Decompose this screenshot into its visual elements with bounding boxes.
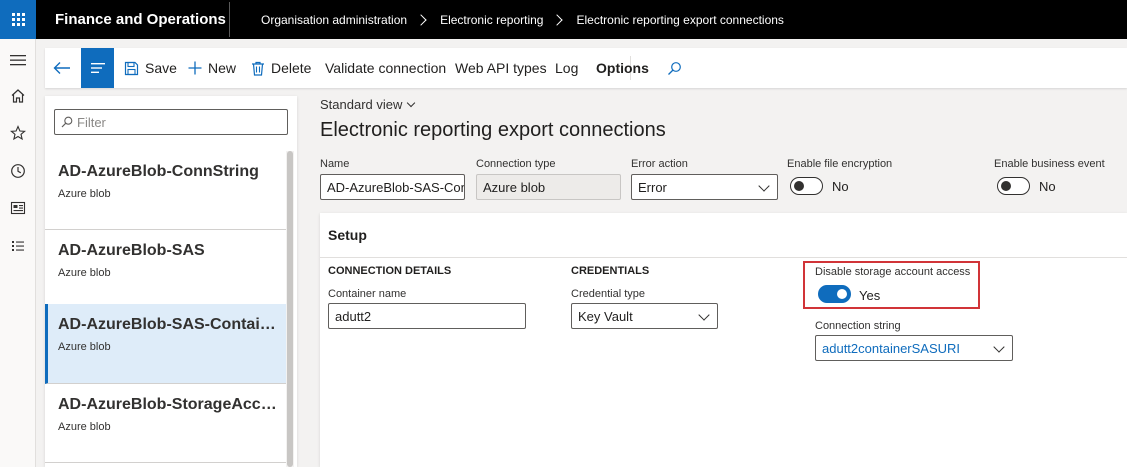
list-scrollbar[interactable] bbox=[286, 151, 294, 467]
hamburger-icon[interactable] bbox=[6, 48, 30, 72]
web-api-types-button[interactable]: Web API types bbox=[455, 48, 547, 88]
search-icon bbox=[61, 116, 73, 128]
list-icon[interactable] bbox=[6, 234, 30, 258]
delete-label: Delete bbox=[271, 60, 312, 76]
page-title: Electronic reporting export connections bbox=[320, 119, 666, 141]
navigation-rail bbox=[0, 39, 36, 467]
waffle-icon bbox=[11, 13, 25, 26]
connection-type-value: Azure blob bbox=[483, 179, 546, 195]
connection-string-label: Connection string bbox=[815, 320, 901, 332]
chevron-down-icon bbox=[758, 180, 770, 192]
list-view-button[interactable] bbox=[81, 48, 114, 88]
breadcrumb-item-electronic-reporting[interactable]: Electronic reporting bbox=[440, 13, 543, 27]
list-item-title: AD-AzureBlob-StorageAccount bbox=[58, 396, 283, 413]
record-list-panel: AD-AzureBlob-ConnString Azure blob AD-Az… bbox=[45, 96, 297, 467]
list-item-subtitle: Azure blob bbox=[58, 341, 111, 353]
app-title[interactable]: Finance and Operations bbox=[55, 11, 226, 28]
filter-input[interactable] bbox=[77, 114, 277, 130]
chevron-down-icon bbox=[993, 341, 1005, 353]
container-name-field[interactable]: adutt2 bbox=[328, 303, 526, 329]
list-item[interactable]: AD-AzureBlob-StorageAccount Azure blob bbox=[45, 384, 287, 463]
validate-connection-button[interactable]: Validate connection bbox=[325, 48, 446, 88]
list-item-selected[interactable]: AD-AzureBlob-SAS-Container Azure blob bbox=[45, 304, 287, 384]
chevron-right-icon bbox=[415, 14, 427, 26]
new-button[interactable]: New bbox=[188, 48, 236, 88]
list-item-subtitle: Azure blob bbox=[58, 188, 111, 200]
trash-icon bbox=[251, 61, 265, 76]
credential-type-value: Key Vault bbox=[578, 308, 633, 324]
search-button[interactable] bbox=[667, 48, 682, 88]
log-button[interactable]: Log bbox=[555, 48, 578, 88]
setup-section: Setup CONNECTION DETAILS Container name … bbox=[320, 213, 1127, 467]
business-event-label: Enable business event bbox=[994, 158, 1105, 170]
chevron-right-icon bbox=[551, 14, 564, 26]
credentials-heading: CREDENTIALS bbox=[571, 265, 650, 277]
connection-string-dropdown[interactable]: adutt2containerSASURI bbox=[815, 335, 1013, 361]
name-field[interactable]: AD-AzureBlob-SAS-Container bbox=[320, 174, 465, 200]
credential-type-dropdown[interactable]: Key Vault bbox=[571, 303, 718, 329]
scrollbar-thumb[interactable] bbox=[287, 151, 293, 467]
list-item-subtitle: Azure blob bbox=[58, 267, 111, 279]
view-selector-label: Standard view bbox=[320, 97, 403, 112]
container-name-value: adutt2 bbox=[335, 308, 372, 324]
name-value: AD-AzureBlob-SAS-Container bbox=[327, 179, 464, 195]
business-event-value: No bbox=[1039, 179, 1056, 194]
list-lines-icon bbox=[90, 63, 105, 73]
filter-field[interactable] bbox=[54, 109, 288, 135]
delete-button[interactable]: Delete bbox=[251, 48, 311, 88]
list-item-title: AD-AzureBlob-SAS bbox=[58, 242, 205, 259]
credential-type-label: Credential type bbox=[571, 288, 645, 300]
save-icon bbox=[124, 61, 139, 76]
back-button[interactable] bbox=[53, 48, 75, 88]
file-encryption-toggle[interactable] bbox=[790, 177, 823, 195]
highlight-annotation-box bbox=[803, 261, 980, 309]
connection-type-label: Connection type bbox=[476, 158, 556, 170]
list-item-title: AD-AzureBlob-ConnString bbox=[58, 163, 259, 180]
error-action-value: Error bbox=[638, 179, 667, 195]
error-action-label: Error action bbox=[631, 158, 688, 170]
clock-icon[interactable] bbox=[6, 159, 30, 183]
chevron-down-icon bbox=[407, 98, 416, 107]
container-name-label: Container name bbox=[328, 288, 407, 300]
file-encryption-label: Enable file encryption bbox=[787, 158, 893, 170]
save-label: Save bbox=[145, 60, 177, 76]
error-action-dropdown[interactable]: Error bbox=[631, 174, 778, 200]
star-icon[interactable] bbox=[6, 121, 30, 145]
list-item[interactable]: AD-AzureBlob-SAS Azure blob bbox=[45, 230, 287, 309]
save-button[interactable]: Save bbox=[124, 48, 177, 88]
options-tab[interactable]: Options bbox=[596, 48, 649, 88]
chevron-down-icon bbox=[698, 309, 710, 321]
plus-icon bbox=[188, 61, 202, 75]
breadcrumb: Organisation administration Electronic r… bbox=[261, 13, 784, 27]
list-item-subtitle: Azure blob bbox=[58, 421, 111, 433]
workspace-icon[interactable] bbox=[6, 196, 30, 220]
search-icon bbox=[668, 61, 681, 75]
view-selector[interactable]: Standard view bbox=[320, 97, 416, 112]
setup-header[interactable]: Setup bbox=[328, 227, 367, 243]
file-encryption-value: No bbox=[832, 179, 849, 194]
breadcrumb-item-org-admin[interactable]: Organisation administration bbox=[261, 13, 407, 27]
connection-type-field: Azure blob bbox=[476, 174, 621, 200]
top-navigation-bar: Finance and Operations Organisation admi… bbox=[0, 0, 1127, 39]
business-event-toggle[interactable] bbox=[997, 177, 1030, 195]
topbar-divider bbox=[229, 2, 230, 37]
app-launcher-button[interactable] bbox=[0, 0, 36, 39]
home-icon[interactable] bbox=[6, 84, 30, 108]
list-item[interactable]: AD-AzureBlob-ConnString Azure blob bbox=[45, 151, 287, 230]
name-label: Name bbox=[320, 158, 350, 170]
connection-details-heading: CONNECTION DETAILS bbox=[328, 265, 452, 277]
list-item-title: AD-AzureBlob-SAS-Container bbox=[58, 316, 283, 333]
action-pane: Save New Delete Validate connection Web … bbox=[45, 48, 1127, 88]
breadcrumb-item-current-page: Electronic reporting export connections bbox=[576, 13, 784, 27]
setup-divider bbox=[320, 257, 1127, 258]
new-label: New bbox=[208, 60, 237, 76]
connection-string-value[interactable]: adutt2containerSASURI bbox=[822, 341, 960, 356]
back-arrow-icon bbox=[53, 62, 70, 74]
